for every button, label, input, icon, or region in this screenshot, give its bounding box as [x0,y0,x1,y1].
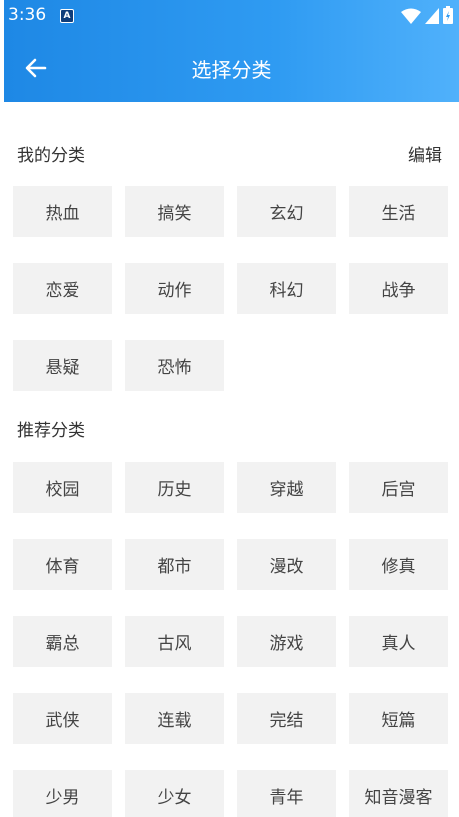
my-category-chip[interactable]: 恋爱 [13,263,112,314]
wifi-icon [401,8,421,24]
recommended-category-chip[interactable]: 漫改 [237,539,336,590]
my-category-chip[interactable]: 恐怖 [125,340,224,391]
recommended-category-chip[interactable]: 青年 [237,770,336,817]
recommended-category-chip[interactable]: 游戏 [237,616,336,667]
my-category-chip[interactable]: 搞笑 [125,186,224,237]
my-category-chip[interactable]: 悬疑 [13,340,112,391]
status-icons [401,6,453,24]
my-category-chip[interactable]: 战争 [349,263,448,314]
status-bar: 3:36 A [4,0,459,32]
my-category-chip[interactable]: 生活 [349,186,448,237]
my-categories-grid: 热血 搞笑 玄幻 生活恋爱 动作 科幻 战争悬疑 恐怖 [13,186,448,391]
recommended-category-chip[interactable]: 知音漫客 [349,770,448,817]
recommended-category-chip[interactable]: 少女 [125,770,224,817]
my-category-chip[interactable]: 热血 [13,186,112,237]
recommended-category-chip[interactable]: 体育 [13,539,112,590]
my-category-chip[interactable]: 科幻 [237,263,336,314]
recommended-category-chip[interactable]: 短篇 [349,693,448,744]
my-category-chip[interactable]: 玄幻 [237,186,336,237]
page-title: 选择分类 [191,58,272,82]
recommended-category-chip[interactable]: 真人 [349,616,448,667]
battery-icon [443,6,453,24]
recommended-category-chip[interactable]: 完结 [237,693,336,744]
recommended-category-chip[interactable]: 历史 [125,462,224,513]
recommended-title: 推荐分类 [17,421,85,441]
my-category-chip[interactable]: 动作 [125,263,224,314]
recommended-category-chip[interactable]: 穿越 [237,462,336,513]
recommended-category-chip[interactable]: 武侠 [13,693,112,744]
recommended-category-chip[interactable]: 古风 [125,616,224,667]
notification-icon: A [60,9,74,23]
signal-icon [425,8,439,24]
screen: 3:36 A 选择分类 我的分类 编辑 热血 搞笑 玄幻 生活 恋爱 动作 科幻… [0,0,459,817]
recommended-category-chip[interactable]: 校园 [13,462,112,513]
edit-button[interactable]: 编辑 [408,141,442,166]
recommended-category-chip[interactable]: 修真 [349,539,448,590]
app-header: 3:36 A 选择分类 [4,0,459,102]
status-time: 3:36 [8,5,47,25]
recommended-category-chip[interactable]: 都市 [125,539,224,590]
recommended-category-chip[interactable]: 霸总 [13,616,112,667]
my-categories-title: 我的分类 [17,146,85,166]
recommended-category-chip[interactable]: 后宫 [349,462,448,513]
recommended-grid: 校园 历史 穿越 后宫体育 都市 漫改 修真霸总 古风 游戏 真人武侠 连载 完结 短篇少男 少女 青年 知音… [13,462,448,817]
recommended-category-chip[interactable]: 少男 [13,770,112,817]
recommended-category-chip[interactable]: 连载 [125,693,224,744]
